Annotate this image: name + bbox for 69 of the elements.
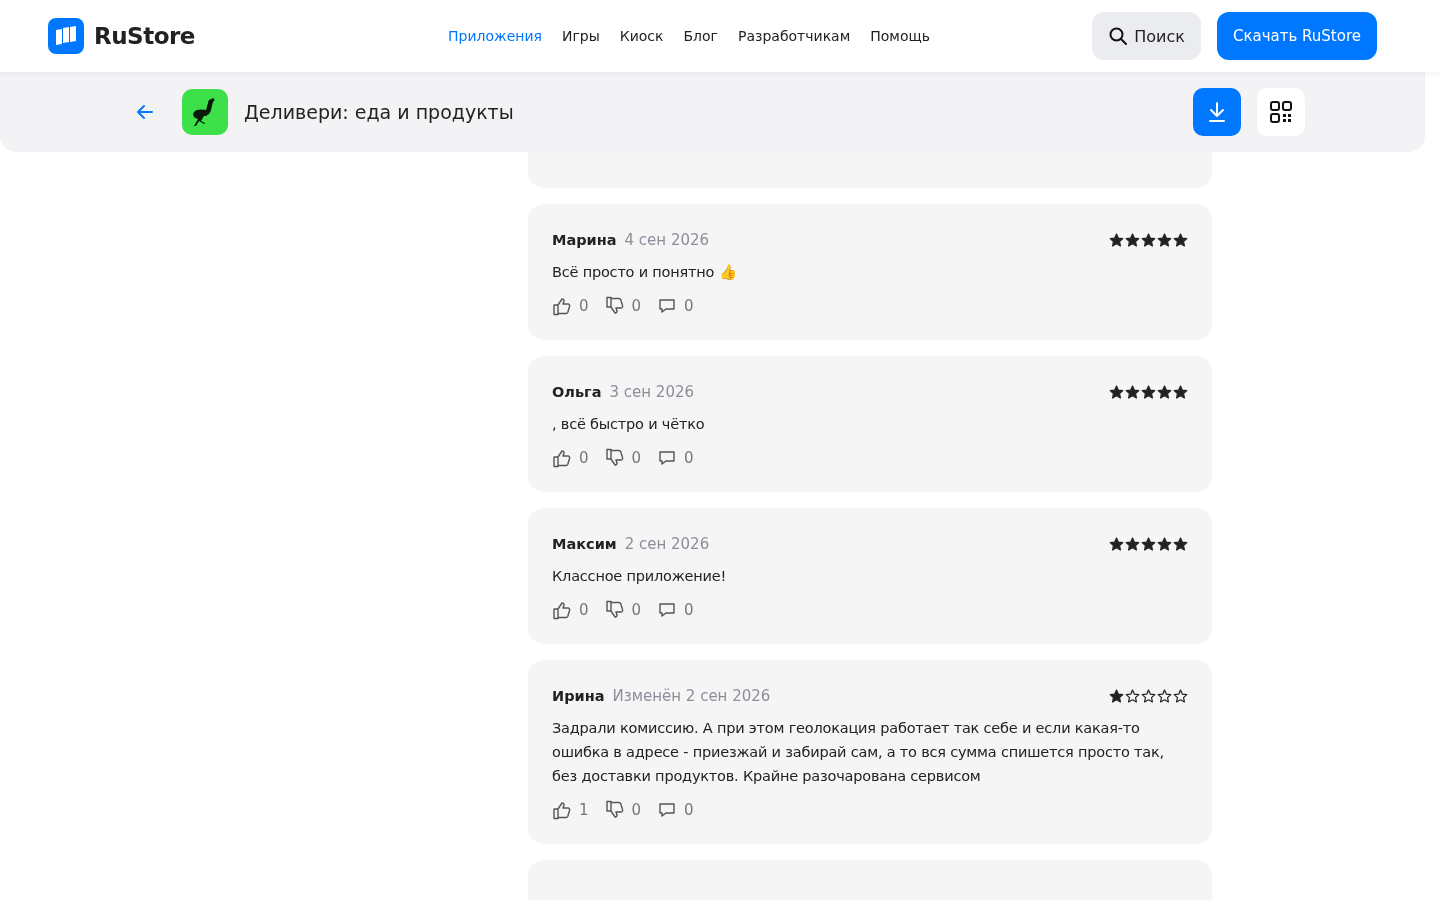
- nav-link[interactable]: Киоск: [619, 28, 664, 44]
- filled-star-icon: [1109, 688, 1124, 704]
- thumbs-down-icon[interactable]: [604, 448, 625, 468]
- logo-text[interactable]: RuStore: [94, 23, 195, 49]
- download-button[interactable]: [1193, 88, 1241, 136]
- filled-star-icon: [1125, 384, 1140, 400]
- filled-star-icon: [1141, 384, 1156, 400]
- thumbs-up-icon[interactable]: [552, 448, 572, 468]
- thumbs-down-icon[interactable]: [604, 800, 625, 820]
- filled-star-icon: [1109, 536, 1124, 552]
- empty-star-icon: [1157, 688, 1172, 704]
- like-count: 0: [579, 449, 589, 467]
- filled-star-icon: [1141, 232, 1156, 248]
- thumbs-up-icon[interactable]: [552, 296, 572, 316]
- download-button[interactable]: Скачать RuStore: [1216, 12, 1377, 60]
- review-author: Ирина: [552, 688, 605, 704]
- empty-star-icon: [1173, 688, 1188, 704]
- thumbs-down-icon[interactable]: [604, 600, 625, 620]
- empty-star-icon: [1141, 688, 1156, 704]
- filled-star-icon: [1157, 536, 1172, 552]
- nav-link[interactable]: Разработчикам: [737, 28, 851, 44]
- search-icon: [1108, 26, 1129, 46]
- comment-count: 0: [684, 297, 694, 315]
- filled-star-icon: [1109, 232, 1124, 248]
- qr-code-button[interactable]: [1257, 88, 1305, 136]
- dislike-count: 0: [631, 297, 642, 315]
- filled-star-icon: [1173, 536, 1188, 552]
- like-count: 0: [579, 601, 589, 619]
- logo-icon: [48, 18, 84, 54]
- filled-star-icon: [1109, 384, 1124, 400]
- comment-count: 0: [684, 601, 694, 619]
- filled-star-icon: [1173, 384, 1188, 400]
- nav-link[interactable]: Блог: [683, 28, 718, 44]
- thumbs-up-icon[interactable]: [552, 600, 572, 620]
- filled-star-icon: [1125, 536, 1140, 552]
- review-author: Максим: [552, 536, 617, 552]
- thumbs-down-icon[interactable]: [604, 296, 625, 316]
- review-text: Задрали комиссию. А при этом геолокация работает так себе и если какая-то ошибка в адресе - приезжай и забирай сам, а то вся сумма спишется просто так, без доставки продуктов. Крайне разочарована сервисом: [552, 719, 1165, 786]
- thumbs-up-icon[interactable]: [552, 800, 572, 820]
- review-author: Ольга: [552, 384, 602, 400]
- filled-star-icon: [1157, 384, 1172, 400]
- nav-link[interactable]: Помощь: [870, 28, 930, 44]
- dislike-count: 0: [631, 801, 642, 819]
- filled-star-icon: [1125, 232, 1140, 248]
- nav-link[interactable]: Игры: [561, 28, 600, 44]
- filled-star-icon: [1141, 536, 1156, 552]
- review-date: 4 сен 2026: [624, 231, 710, 249]
- like-count: 1: [579, 801, 589, 819]
- review-text: , всё быстро и чётко: [552, 415, 706, 434]
- review-date: Изменён 2 сен 2026: [612, 687, 771, 705]
- like-count: 0: [579, 297, 589, 315]
- empty-star-icon: [1125, 688, 1140, 704]
- app-title: Деливери: еда и продукты: [244, 101, 514, 123]
- review-text: Всё просто и понятно 👍: [552, 263, 738, 282]
- dislike-count: 0: [631, 601, 642, 619]
- ostrich-app-icon: [182, 89, 228, 135]
- review-date: 2 сен 2026: [624, 535, 710, 553]
- review-author: Марина: [552, 232, 617, 248]
- search-button[interactable]: Поиск: [1092, 12, 1201, 60]
- review-text: Классное приложение!: [552, 567, 728, 586]
- comment-count: 0: [684, 801, 694, 819]
- qr-code-icon: [1270, 101, 1292, 123]
- back-arrow-icon[interactable]: [135, 102, 155, 122]
- filled-star-icon: [1157, 232, 1172, 248]
- dislike-count: 0: [631, 449, 642, 467]
- nav-link[interactable]: Приложения: [448, 28, 542, 44]
- comment-count: 0: [684, 449, 694, 467]
- filled-star-icon: [1173, 232, 1188, 248]
- review-date: 3 сен 2026: [609, 383, 695, 401]
